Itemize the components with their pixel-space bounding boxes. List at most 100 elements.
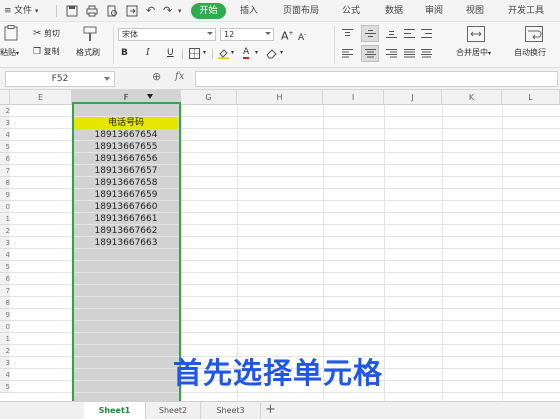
chevron-down-icon[interactable]: ▾ (231, 49, 234, 56)
redo-icon[interactable]: ↷ (163, 0, 172, 22)
row-header[interactable]: 7 (0, 165, 10, 177)
border-icon[interactable] (189, 48, 200, 59)
row-header[interactable]: 9 (0, 309, 10, 321)
row-header[interactable]: 0 (0, 321, 10, 333)
chevron-down-icon[interactable]: ▾ (255, 49, 258, 56)
tab-data[interactable]: 数据 (385, 0, 403, 22)
row-header[interactable]: 6 (0, 153, 10, 165)
sheet-tab-2[interactable]: Sheet2 (146, 402, 201, 419)
shrink-font-button[interactable]: A- (298, 29, 306, 44)
font-color-button[interactable]: A (243, 46, 250, 59)
export-icon[interactable] (126, 5, 138, 17)
text-direction-icon[interactable] (404, 29, 415, 38)
column-header-h[interactable]: H (237, 90, 323, 105)
format-painter-button[interactable]: 格式刷 (76, 47, 100, 58)
name-box[interactable]: F52 (5, 71, 115, 87)
row-header[interactable]: 4 (0, 369, 10, 381)
format-painter-icon[interactable] (83, 26, 97, 42)
row-header[interactable]: 6 (0, 273, 10, 285)
column-gridline (442, 105, 443, 401)
fx-icon[interactable]: fx (175, 71, 184, 82)
chevron-down-icon[interactable]: ▾ (280, 49, 283, 56)
align-middle-button[interactable] (361, 25, 379, 42)
paste-icon[interactable] (4, 25, 18, 41)
column-header-l[interactable]: L (502, 90, 560, 105)
column-header-i[interactable]: I (323, 90, 384, 105)
font-size-select[interactable]: 12 (220, 28, 274, 41)
column-header-e[interactable]: E (10, 90, 72, 105)
align-center-button[interactable] (361, 45, 379, 62)
indent-icon[interactable] (421, 29, 432, 38)
chevron-down-icon (207, 32, 213, 35)
paste-button[interactable]: 粘贴▾ (0, 47, 19, 58)
row-header[interactable]: 3 (0, 237, 10, 249)
underline-button[interactable]: U (167, 47, 174, 59)
column-select-cursor-icon (147, 94, 153, 99)
formula-input[interactable] (195, 71, 558, 87)
sheet-tab-1[interactable]: Sheet1 (84, 402, 146, 419)
font-size-value: 12 (224, 30, 235, 39)
print-preview-icon[interactable] (106, 5, 118, 17)
tab-review[interactable]: 审阅 (425, 0, 443, 22)
ribbon-toolbar: 粘贴▾ ✂ 剪切 ❐ 复制 格式刷 宋体 12 A+ A- B I U ▾ ▾ … (0, 22, 560, 68)
align-top-icon[interactable] (342, 29, 353, 38)
chevron-down-icon[interactable]: ▾ (178, 0, 182, 22)
zoom-icon[interactable]: ⊕ (152, 70, 161, 83)
copy-label: 复制 (43, 47, 60, 56)
row-header[interactable]: 8 (0, 297, 10, 309)
column-header-j[interactable]: J (384, 90, 442, 105)
chevron-down-icon (104, 77, 110, 81)
tab-formulas[interactable]: 公式 (342, 0, 360, 22)
print-icon[interactable] (86, 5, 98, 17)
tab-developer[interactable]: 开发工具 (508, 0, 544, 22)
tab-page-layout[interactable]: 页面布局 (283, 0, 319, 22)
chevron-down-icon[interactable]: ▾ (203, 49, 206, 56)
merge-cells-icon[interactable] (467, 26, 485, 42)
bold-button[interactable]: B (121, 47, 128, 59)
copy-button[interactable]: ❐ 复制 (33, 46, 60, 57)
eraser-icon[interactable] (266, 48, 278, 59)
wrap-text-icon[interactable] (525, 26, 543, 42)
row-header[interactable]: 2 (0, 345, 10, 357)
row-header[interactable]: 2 (0, 225, 10, 237)
row-header[interactable]: 4 (0, 129, 10, 141)
row-header[interactable]: 3 (0, 117, 10, 129)
video-subtitle: 首先选择单元格 (173, 356, 384, 390)
undo-icon[interactable]: ↶ (146, 0, 155, 22)
file-menu[interactable]: 文件 ▾ (14, 0, 38, 22)
tab-view[interactable]: 视图 (466, 0, 484, 22)
sheet-tab-3[interactable]: Sheet3 (201, 402, 261, 419)
cut-button[interactable]: ✂ 剪切 (33, 28, 60, 39)
row-header[interactable]: 0 (0, 201, 10, 213)
italic-button[interactable]: I (146, 47, 150, 59)
align-bottom-icon[interactable] (386, 29, 397, 38)
row-header[interactable]: 1 (0, 213, 10, 225)
tab-insert[interactable]: 插入 (240, 0, 258, 22)
column-header-g[interactable]: G (181, 90, 237, 105)
row-header[interactable]: 2 (0, 105, 10, 117)
align-right-icon[interactable] (386, 49, 397, 58)
distributed-icon[interactable] (421, 49, 432, 58)
save-icon[interactable] (66, 5, 78, 17)
row-header[interactable]: 5 (0, 381, 10, 393)
column-header-k[interactable]: K (442, 90, 502, 105)
row-header[interactable]: 5 (0, 141, 10, 153)
merge-center-button[interactable]: 合并居中▾ (456, 47, 491, 58)
row-header[interactable]: 4 (0, 249, 10, 261)
row-header[interactable]: 7 (0, 285, 10, 297)
add-sheet-button[interactable]: + (265, 401, 276, 419)
menu-toggle-icon[interactable]: ≡ (4, 0, 12, 22)
row-header[interactable]: 3 (0, 357, 10, 369)
select-all-corner[interactable] (0, 90, 10, 105)
grow-font-button[interactable]: A+ (281, 28, 294, 43)
tab-home[interactable]: 开始 (191, 3, 226, 19)
row-header[interactable]: 5 (0, 261, 10, 273)
row-header[interactable]: 9 (0, 189, 10, 201)
font-name-select[interactable]: 宋体 (118, 28, 216, 41)
auto-wrap-button[interactable]: 自动换行 (514, 47, 546, 58)
align-left-icon[interactable] (342, 49, 353, 58)
row-header[interactable]: 8 (0, 177, 10, 189)
fill-color-icon[interactable] (218, 48, 229, 59)
row-header[interactable]: 1 (0, 333, 10, 345)
justify-icon[interactable] (404, 49, 415, 58)
